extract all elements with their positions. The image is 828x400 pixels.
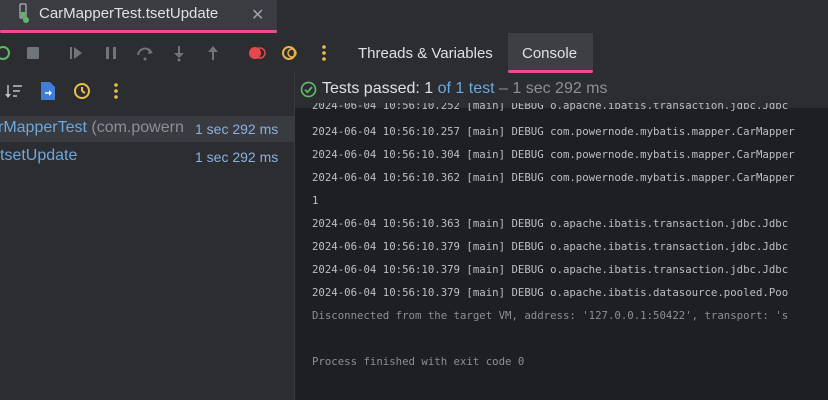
test-class-package: (com.powern [86,119,184,136]
mute-breakpoints-icon[interactable] [281,44,299,62]
test-class-item[interactable]: rMapperTest (com.powern [0,119,184,137]
tests-total-label: of 1 test [433,80,495,97]
step-into-icon[interactable] [170,44,188,62]
check-circle-icon [300,81,317,98]
tab-threads-variables[interactable]: Threads & Variables [358,45,493,62]
step-over-icon[interactable] [136,44,154,62]
test-status: Tests passed: 1 of 1 test – 1 sec 292 ms [322,80,608,98]
console-line: 2024-06-04 10:56:10.363 [main] DEBUG o.a… [312,217,789,230]
breakpoints-icon[interactable] [248,44,266,62]
more-icon[interactable] [107,82,125,100]
test-class-duration: 1 sec 292 ms [195,121,279,137]
rerun-icon[interactable] [0,44,12,62]
sort-icon[interactable] [5,82,23,100]
console-line: 1 [312,194,319,207]
console-line: 2024-06-04 10:56:10.304 [main] DEBUG com… [312,148,795,161]
console-line: 2024-06-04 10:56:10.257 [main] DEBUG com… [312,125,795,138]
pause-icon[interactable] [102,44,120,62]
tests-duration: – 1 sec 292 ms [494,80,608,97]
tests-passed-count: 1 [424,80,434,97]
console-line: 2024-06-04 10:56:10.379 [main] DEBUG o.a… [312,286,789,299]
test-class-name: rMapperTest [0,119,87,136]
test-method-item[interactable]: tsetUpdate [0,147,77,165]
stop-icon[interactable] [24,44,42,62]
history-icon[interactable] [72,81,92,101]
resume-icon[interactable] [67,44,85,62]
tab-console[interactable]: Console [522,45,577,62]
console-disconnected-line: Disconnected from the target VM, address… [312,309,789,322]
test-tube-icon [19,3,29,23]
test-method-duration: 1 sec 292 ms [195,149,279,165]
console-exit-line: Process finished with exit code 0 [312,355,525,368]
export-icon[interactable] [39,81,57,101]
tests-passed-label: Tests passed: [322,80,425,97]
run-tab-title[interactable]: CarMapperTest.tsetUpdate [39,5,218,22]
console-line: 2024-06-04 10:56:10.379 [main] DEBUG o.a… [312,263,789,276]
console-line: 2024-06-04 10:56:10.379 [main] DEBUG o.a… [312,240,789,253]
close-icon[interactable]: ✕ [251,5,264,25]
more-icon[interactable] [315,44,333,62]
console-line: 2024-06-04 10:56:10.362 [main] DEBUG com… [312,171,795,184]
step-out-icon[interactable] [204,44,222,62]
